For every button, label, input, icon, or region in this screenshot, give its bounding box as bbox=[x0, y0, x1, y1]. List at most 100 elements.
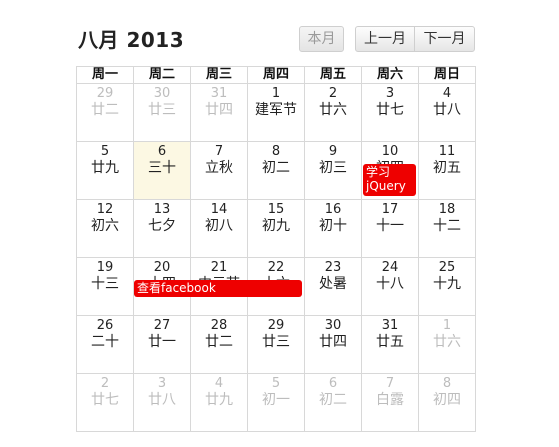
lunar-date: 初六 bbox=[91, 218, 119, 234]
lunar-date: 初五 bbox=[433, 160, 461, 176]
lunar-date: 十三 bbox=[91, 276, 119, 292]
week-row: 12 初六 13 七夕 14 初八 15 初九 16 初十 17 十一 18 十二 bbox=[76, 199, 476, 258]
day-cell[interactable]: 1 廿六 bbox=[418, 315, 476, 374]
lunar-date: 处暑 bbox=[319, 276, 347, 292]
day-cell[interactable]: 3 廿八 bbox=[133, 373, 191, 432]
prev-month-button[interactable]: 上一月 bbox=[355, 26, 415, 52]
day-cell[interactable]: 14 初八 bbox=[190, 199, 248, 258]
calendar-title: 八月 2013 bbox=[78, 28, 185, 52]
day-number: 18 bbox=[438, 202, 456, 217]
day-cell[interactable]: 27 廿一 bbox=[133, 315, 191, 374]
day-cell[interactable]: 11 初五 bbox=[418, 141, 476, 200]
month-grid: 周一 周二 周三 周四 周五 周六 周日 29 廿二 30 廿三 31 廿四 1 建军节 2 廿六 3 廿七 4 廿八… bbox=[76, 66, 476, 432]
next-month-button[interactable]: 下一月 bbox=[414, 26, 475, 52]
day-number: 6 bbox=[157, 144, 167, 159]
lunar-date: 二十 bbox=[91, 334, 119, 350]
week-row: 2 廿七 3 廿八 4 廿九 5 初一 6 初二 7 白露 8 初四 bbox=[76, 373, 476, 432]
day-cell[interactable]: 30 廿四 bbox=[304, 315, 362, 374]
day-cell[interactable]: 28 廿二 bbox=[190, 315, 248, 374]
day-cell[interactable]: 31 廿四 bbox=[190, 83, 248, 142]
day-number: 14 bbox=[210, 202, 228, 217]
day-number: 3 bbox=[157, 376, 167, 391]
day-cell[interactable]: 19 十三 bbox=[76, 257, 134, 316]
lunar-date: 初四 bbox=[433, 392, 461, 408]
day-number: 25 bbox=[438, 260, 456, 275]
day-number: 28 bbox=[210, 318, 228, 333]
day-cell[interactable]: 5 廿九 bbox=[76, 141, 134, 200]
week-row: 29 廿二 30 廿三 31 廿四 1 建军节 2 廿六 3 廿七 4 廿八 bbox=[76, 83, 476, 142]
weekday-header: 周五 bbox=[304, 66, 362, 84]
lunar-date: 七夕 bbox=[148, 218, 176, 234]
day-number: 27 bbox=[153, 318, 171, 333]
day-cell[interactable]: 7 立秋 bbox=[190, 141, 248, 200]
day-cell[interactable]: 25 十九 bbox=[418, 257, 476, 316]
day-cell[interactable]: 3 廿七 bbox=[361, 83, 419, 142]
day-number: 21 bbox=[210, 260, 228, 275]
lunar-date: 十一 bbox=[376, 218, 404, 234]
day-cell[interactable]: 31 廿五 bbox=[361, 315, 419, 374]
day-cell[interactable]: 6 初二 bbox=[304, 373, 362, 432]
day-number: 20 bbox=[153, 260, 171, 275]
weekday-header: 周四 bbox=[247, 66, 305, 84]
day-number: 29 bbox=[267, 318, 285, 333]
day-cell[interactable]: 30 廿三 bbox=[133, 83, 191, 142]
day-cell[interactable]: 5 初一 bbox=[247, 373, 305, 432]
day-number: 31 bbox=[381, 318, 399, 333]
weekday-header: 周日 bbox=[418, 66, 476, 84]
day-cell[interactable]: 12 初六 bbox=[76, 199, 134, 258]
day-cell[interactable]: 6 三十 bbox=[133, 141, 191, 200]
day-number: 4 bbox=[214, 376, 224, 391]
day-cell[interactable]: 9 初三 bbox=[304, 141, 362, 200]
day-cell[interactable]: 2 廿六 bbox=[304, 83, 362, 142]
day-cell[interactable]: 8 初二 bbox=[247, 141, 305, 200]
day-number: 24 bbox=[381, 260, 399, 275]
lunar-date: 初三 bbox=[319, 160, 347, 176]
day-number: 1 bbox=[442, 318, 452, 333]
weekday-header: 周六 bbox=[361, 66, 419, 84]
day-cell[interactable]: 29 廿三 bbox=[247, 315, 305, 374]
lunar-date: 立秋 bbox=[205, 160, 233, 176]
lunar-date: 廿三 bbox=[262, 334, 290, 350]
day-number: 8 bbox=[442, 376, 452, 391]
lunar-date: 白露 bbox=[376, 392, 404, 408]
weekday-header: 周三 bbox=[190, 66, 248, 84]
day-cell[interactable]: 15 初九 bbox=[247, 199, 305, 258]
day-number: 11 bbox=[438, 144, 456, 159]
day-cell[interactable]: 2 廿七 bbox=[76, 373, 134, 432]
day-cell[interactable]: 1 建军节 bbox=[247, 83, 305, 142]
day-cell[interactable]: 23 处暑 bbox=[304, 257, 362, 316]
day-number: 22 bbox=[267, 260, 285, 275]
lunar-date: 建军节 bbox=[255, 102, 297, 118]
day-number: 2 bbox=[328, 86, 338, 101]
day-cell[interactable]: 4 廿九 bbox=[190, 373, 248, 432]
weekday-header-row: 周一 周二 周三 周四 周五 周六 周日 bbox=[76, 66, 476, 84]
day-cell[interactable]: 16 初十 bbox=[304, 199, 362, 258]
day-number: 12 bbox=[96, 202, 114, 217]
day-number: 23 bbox=[324, 260, 342, 275]
lunar-date: 初二 bbox=[262, 160, 290, 176]
event-learn-jquery[interactable]: 学习jQuery bbox=[363, 164, 416, 196]
lunar-date: 初一 bbox=[262, 392, 290, 408]
day-cell[interactable]: 17 十一 bbox=[361, 199, 419, 258]
day-cell[interactable]: 13 七夕 bbox=[133, 199, 191, 258]
day-cell[interactable]: 4 廿八 bbox=[418, 83, 476, 142]
day-number: 15 bbox=[267, 202, 285, 217]
day-cell[interactable]: 8 初四 bbox=[418, 373, 476, 432]
this-month-button[interactable]: 本月 bbox=[299, 26, 344, 52]
lunar-date: 廿五 bbox=[376, 334, 404, 350]
day-number: 17 bbox=[381, 202, 399, 217]
day-cell[interactable]: 18 十二 bbox=[418, 199, 476, 258]
lunar-date: 廿七 bbox=[376, 102, 404, 118]
lunar-date: 廿六 bbox=[433, 334, 461, 350]
event-view-facebook[interactable]: 查看facebook bbox=[134, 280, 302, 297]
lunar-date: 廿八 bbox=[148, 392, 176, 408]
lunar-date: 廿四 bbox=[205, 102, 233, 118]
weekday-header: 周一 bbox=[76, 66, 134, 84]
day-number: 9 bbox=[328, 144, 338, 159]
day-cell[interactable]: 26 二十 bbox=[76, 315, 134, 374]
day-cell[interactable]: 29 廿二 bbox=[76, 83, 134, 142]
day-number: 13 bbox=[153, 202, 171, 217]
day-cell[interactable]: 24 十八 bbox=[361, 257, 419, 316]
lunar-date: 十二 bbox=[433, 218, 461, 234]
day-cell[interactable]: 7 白露 bbox=[361, 373, 419, 432]
